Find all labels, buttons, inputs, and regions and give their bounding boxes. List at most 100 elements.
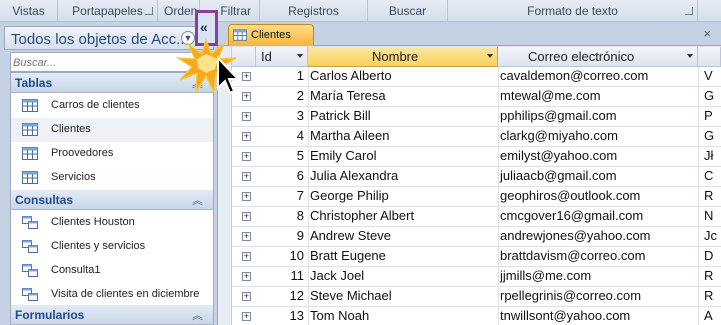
dialog-launcher-icon[interactable] [685,7,693,15]
close-icon[interactable]: × [703,26,711,41]
cell-partial[interactable]: R [702,288,721,307]
cell-correo[interactable]: emilyst@yahoo.com [498,148,698,167]
cell-id[interactable]: 5 [256,148,306,167]
table-row[interactable]: +9 Andrew Steve andrewjones@yahoo.com Jc [232,227,721,247]
cell-correo[interactable]: rpellegrinis@correo.com [498,288,698,307]
nav-item-clientes[interactable]: Clientes [11,118,213,142]
cell-id[interactable]: 12 [256,288,306,307]
table-row[interactable]: +10 Bratt Eugene brattdavism@correo.com D [232,247,721,267]
search-input[interactable] [13,55,183,70]
cell-partial[interactable]: D [702,248,721,267]
cell-id[interactable]: 7 [256,188,306,207]
cell-partial[interactable]: Jł [702,148,721,167]
table-row[interactable]: +13 Tom Noah tnwillsont@yahoo.com A [232,307,721,325]
cell-nombre[interactable]: María Teresa [308,88,498,107]
nav-item-clientes-houston[interactable]: Clientes Houston [11,211,213,235]
column-header-correo[interactable]: Correo electrónico [498,47,698,67]
cell-correo[interactable]: pphilips@gmail.com [498,108,698,127]
tab-clientes[interactable]: Clientes [228,24,314,46]
cell-correo[interactable]: mtewal@me.com [498,88,698,107]
cell-id[interactable]: 10 [256,248,306,267]
cell-nombre[interactable]: Jack Joel [308,268,498,287]
column-header-more[interactable] [698,47,721,67]
table-row[interactable]: +2 María Teresa mtewal@me.com G [232,87,721,107]
cell-nombre[interactable]: Steve Michael [308,288,498,307]
table-row[interactable]: +12 Steve Michael rpellegrinis@correo.com R [232,287,721,307]
cell-nombre[interactable]: Bratt Eugene [308,248,498,267]
cell-partial[interactable]: Jc [702,228,721,247]
expand-row-icon[interactable]: + [242,232,251,241]
cell-nombre[interactable]: Martha Aileen [308,128,498,147]
cell-nombre[interactable]: Patrick Bill [308,108,498,127]
nav-item-consulta1[interactable]: Consulta1 [11,259,213,283]
expand-row-icon[interactable]: + [242,292,251,301]
cell-partial[interactable]: R [702,188,721,207]
cell-id[interactable]: 1 [256,68,306,87]
cell-correo[interactable]: juliaacb@gmail.com [498,168,698,187]
cell-id[interactable]: 13 [256,308,306,325]
cell-correo[interactable]: cmcgover16@gmail.com [498,208,698,227]
table-row[interactable]: +6 Julia Alexandra juliaacb@gmail.com C [232,167,721,187]
expand-row-icon[interactable]: + [242,152,251,161]
cell-nombre[interactable]: Tom Noah [308,308,498,325]
chevron-down-icon[interactable] [687,54,693,58]
table-row[interactable]: +4 Martha Aileen clarkg@miyaho.com G [232,127,721,147]
column-header-nombre[interactable]: Nombre [308,47,498,67]
table-row[interactable]: +5 Emily Carol emilyst@yahoo.com Jł [232,147,721,167]
expand-row-icon[interactable]: + [242,92,251,101]
cell-id[interactable]: 6 [256,168,306,187]
section-header-formularios[interactable]: Formularios ︽ [11,305,213,325]
chevron-down-icon[interactable] [297,54,303,58]
nav-item-clientes-y-servicios[interactable]: Clientes y servicios [11,235,213,259]
cell-nombre[interactable]: George Philip [308,188,498,207]
chevron-down-icon[interactable] [487,54,493,58]
expand-row-icon[interactable]: + [242,252,251,261]
cell-correo[interactable]: tnwillsont@yahoo.com [498,308,698,325]
expand-row-icon[interactable]: + [242,192,251,201]
cell-correo[interactable]: geophiros@outlook.com [498,188,698,207]
table-row[interactable]: +11 Jack Joel jjmills@me.com R [232,267,721,287]
cell-partial[interactable]: G [702,128,721,147]
cell-correo[interactable]: cavaldemon@correo.com [498,68,698,87]
table-row[interactable]: +1 Carlos Alberto cavaldemon@correo.com V [232,67,721,87]
nav-item-proovedores[interactable]: Proovedores [11,142,213,166]
cell-nombre[interactable]: Andrew Steve [308,228,498,247]
column-header-id[interactable]: Id [256,47,308,67]
expand-row-icon[interactable]: + [242,172,251,181]
chevron-up-icon[interactable]: ︽ [192,192,203,208]
cell-partial[interactable]: P [702,108,721,127]
cell-partial[interactable]: V [702,68,721,87]
cell-correo[interactable]: brattdavism@correo.com [498,248,698,267]
cell-nombre[interactable]: Carlos Alberto [308,68,498,87]
table-row[interactable]: +7 George Philip geophiros@outlook.com R [232,187,721,207]
cell-id[interactable]: 3 [256,108,306,127]
cell-id[interactable]: 8 [256,208,306,227]
chevron-up-icon[interactable]: ︽ [192,307,203,323]
dialog-launcher-icon[interactable] [145,7,153,15]
expand-row-icon[interactable]: + [242,132,251,141]
table-row[interactable]: +8 Christopher Albert cmcgover16@gmail.com… [232,207,721,227]
cell-correo[interactable]: andrewjones@yahoo.com [498,228,698,247]
cell-partial[interactable]: C [702,168,721,187]
cell-partial[interactable]: G [702,88,721,107]
table-row[interactable]: +3 Patrick Bill pphilips@gmail.com P [232,107,721,127]
cell-partial[interactable]: A [702,308,721,325]
expand-row-icon[interactable]: + [242,312,251,321]
nav-item-servicios[interactable]: Servicios [11,166,213,190]
expand-row-icon[interactable]: + [242,272,251,281]
cell-nombre[interactable]: Christopher Albert [308,208,498,227]
section-header-consultas[interactable]: Consultas ︽ [11,190,213,210]
expand-row-icon[interactable]: + [242,72,251,81]
cell-id[interactable]: 11 [256,268,306,287]
cell-nombre[interactable]: Julia Alexandra [308,168,498,187]
nav-item-visita-de-clientes-en-diciembre[interactable]: Visita de clientes en diciembre [11,283,213,307]
cell-id[interactable]: 2 [256,88,306,107]
nav-item-carros-de-clientes[interactable]: Carros de clientes [11,94,213,118]
cell-nombre[interactable]: Emily Carol [308,148,498,167]
cell-partial[interactable]: N [702,208,721,227]
cell-correo[interactable]: jjmills@me.com [498,268,698,287]
cell-partial[interactable]: R [702,268,721,287]
expand-row-icon[interactable]: + [242,212,251,221]
cell-correo[interactable]: clarkg@miyaho.com [498,128,698,147]
cell-id[interactable]: 4 [256,128,306,147]
